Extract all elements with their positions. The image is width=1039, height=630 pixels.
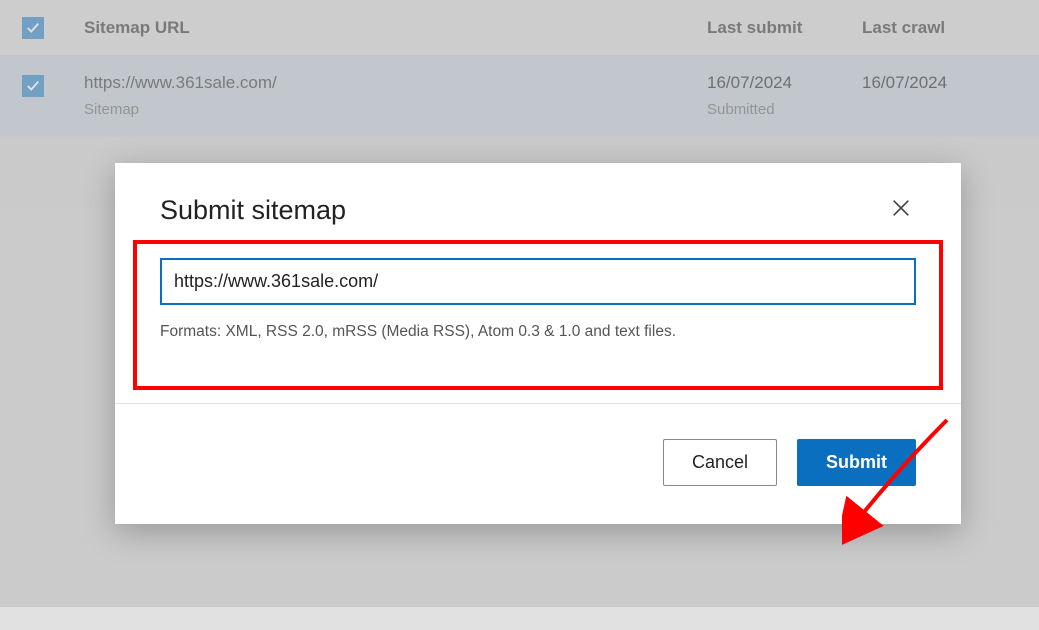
sitemap-url-input[interactable] <box>160 258 916 305</box>
modal-title: Submit sitemap <box>160 195 346 226</box>
submit-sitemap-modal: Submit sitemap Formats: XML, RSS 2.0, mR… <box>115 163 961 524</box>
close-icon <box>890 197 912 219</box>
close-button[interactable] <box>886 193 916 228</box>
format-hint: Formats: XML, RSS 2.0, mRSS (Media RSS),… <box>160 323 916 341</box>
modal-footer: Cancel Submit <box>115 403 961 524</box>
modal-header: Submit sitemap <box>115 163 961 248</box>
modal-body: Formats: XML, RSS 2.0, mRSS (Media RSS),… <box>115 248 961 381</box>
submit-button[interactable]: Submit <box>797 439 916 486</box>
cancel-button[interactable]: Cancel <box>663 439 777 486</box>
